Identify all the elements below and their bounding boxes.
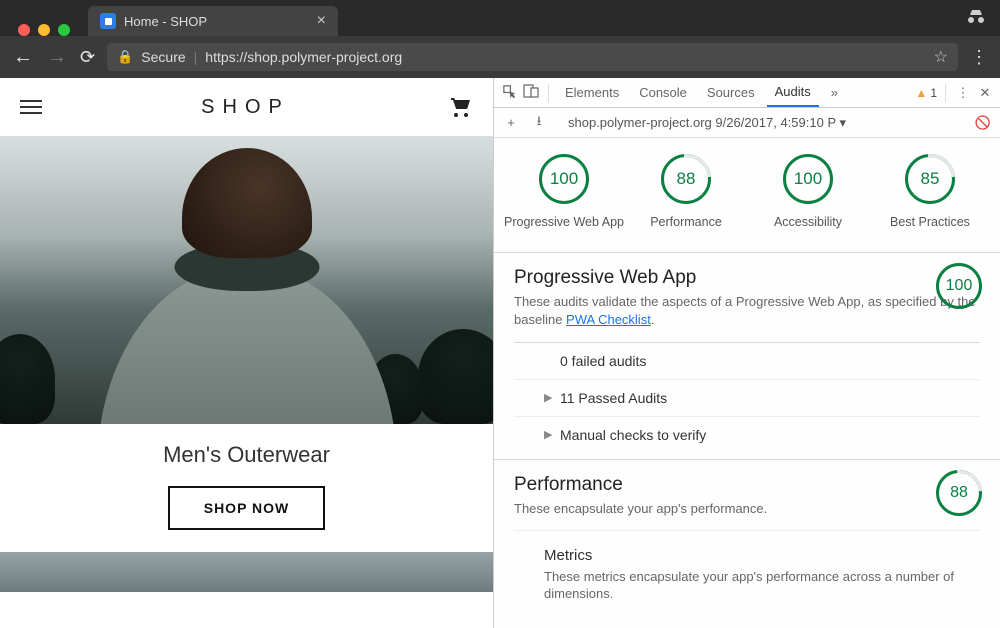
inspect-element-icon[interactable] bbox=[500, 84, 518, 102]
score-performance[interactable]: 88 Performance bbox=[626, 154, 746, 230]
audit-run-selector[interactable]: shop.polymer-project.org 9/26/2017, 4:59… bbox=[568, 115, 846, 131]
cart-icon[interactable] bbox=[449, 95, 473, 119]
window-controls bbox=[8, 12, 80, 36]
section-desc-performance: These encapsulate your app's performance… bbox=[514, 500, 980, 518]
category-title: Men's Outerwear bbox=[0, 442, 493, 468]
tab-audits[interactable]: Audits bbox=[767, 78, 819, 107]
close-window-button[interactable] bbox=[18, 24, 30, 36]
menu-icon[interactable] bbox=[20, 100, 42, 114]
audits-subtoolbar: + ⭳ shop.polymer-project.org 9/26/2017, … bbox=[494, 108, 1000, 138]
separator: | bbox=[194, 49, 198, 65]
devtools-toolbar: Elements Console Sources Audits » ▲ 1 ⋮ … bbox=[494, 78, 1000, 108]
section-performance: 88 Performance These encapsulate your ap… bbox=[494, 459, 1000, 615]
disclosure-icon: ▶ bbox=[544, 428, 554, 441]
gauge-pwa: 100 bbox=[539, 154, 589, 204]
favicon-icon bbox=[100, 13, 116, 29]
device-toolbar-icon[interactable] bbox=[522, 84, 540, 101]
devtools-panel: Elements Console Sources Audits » ▲ 1 ⋮ … bbox=[494, 78, 1000, 628]
category-block: Men's Outerwear SHOP NOW bbox=[0, 424, 493, 552]
new-audit-icon[interactable]: + bbox=[502, 115, 520, 130]
section-title-performance: Performance bbox=[514, 474, 980, 496]
tab-strip: Home - SHOP × bbox=[0, 0, 1000, 36]
row-failed-audits[interactable]: 0 failed audits bbox=[514, 342, 980, 379]
disclosure-icon: ▶ bbox=[544, 391, 554, 404]
tab-console[interactable]: Console bbox=[631, 78, 695, 107]
download-report-icon[interactable]: ⭳ bbox=[530, 112, 548, 134]
forward-button[interactable]: → bbox=[46, 46, 68, 69]
section-desc-pwa: These audits validate the aspects of a P… bbox=[514, 293, 980, 329]
gauge-performance: 88 bbox=[661, 154, 711, 204]
rendered-page: SHOP Men's Outerwear SHOP NOW bbox=[0, 78, 494, 628]
devtools-close-icon[interactable]: ✕ bbox=[976, 85, 994, 101]
minimize-window-button[interactable] bbox=[38, 24, 50, 36]
tab-title: Home - SHOP bbox=[124, 14, 309, 29]
address-bar[interactable]: 🔒 Secure | https://shop.polymer-project.… bbox=[107, 43, 958, 71]
audits-body: 100 Progressive Web App 88 Performance 1… bbox=[494, 138, 1000, 628]
row-passed-audits[interactable]: ▶ 11 Passed Audits bbox=[514, 379, 980, 416]
section-gauge-pwa: 100 bbox=[936, 263, 982, 309]
address-bar-row: ← → ⟳ 🔒 Secure | https://shop.polymer-pr… bbox=[0, 36, 1000, 78]
score-summary: 100 Progressive Web App 88 Performance 1… bbox=[494, 138, 1000, 252]
warning-icon: ▲ bbox=[915, 86, 927, 100]
section-pwa: 100 Progressive Web App These audits val… bbox=[494, 252, 1000, 458]
close-tab-icon[interactable]: × bbox=[317, 12, 326, 30]
incognito-icon bbox=[966, 8, 986, 29]
tab-sources[interactable]: Sources bbox=[699, 78, 763, 107]
devtools-menu-icon[interactable]: ⋮ bbox=[954, 85, 972, 101]
gauge-accessibility: 100 bbox=[783, 154, 833, 204]
warning-count: 1 bbox=[930, 86, 937, 100]
clear-audits-icon[interactable]: 🚫 bbox=[974, 115, 992, 131]
browser-menu-button[interactable]: ⋮ bbox=[970, 47, 988, 68]
tab-overflow[interactable]: » bbox=[823, 78, 846, 107]
section-title-pwa: Progressive Web App bbox=[514, 267, 980, 289]
hero-image bbox=[0, 136, 493, 424]
content-area: SHOP Men's Outerwear SHOP NOW Elements C… bbox=[0, 78, 1000, 628]
shop-logo[interactable]: SHOP bbox=[201, 96, 290, 119]
tab-elements[interactable]: Elements bbox=[557, 78, 627, 107]
score-accessibility[interactable]: 100 Accessibility bbox=[748, 154, 868, 230]
section-gauge-performance: 88 bbox=[936, 470, 982, 516]
back-button[interactable]: ← bbox=[12, 46, 34, 69]
metrics-desc: These metrics encapsulate your app's per… bbox=[544, 568, 962, 603]
secure-label: Secure bbox=[141, 49, 185, 65]
reload-button[interactable]: ⟳ bbox=[80, 47, 95, 68]
next-hero-peek bbox=[0, 552, 493, 592]
browser-chrome: Home - SHOP × ← → ⟳ 🔒 Secure | https://s… bbox=[0, 0, 1000, 78]
metrics-heading: Metrics bbox=[544, 547, 980, 564]
lock-icon: 🔒 bbox=[117, 49, 133, 65]
gauge-best-practices: 85 bbox=[905, 154, 955, 204]
row-manual-checks[interactable]: ▶ Manual checks to verify bbox=[514, 416, 980, 453]
shop-now-button[interactable]: SHOP NOW bbox=[168, 486, 326, 530]
bookmark-star-icon[interactable]: ☆ bbox=[934, 47, 948, 67]
maximize-window-button[interactable] bbox=[58, 24, 70, 36]
shop-header: SHOP bbox=[0, 78, 493, 136]
score-pwa[interactable]: 100 Progressive Web App bbox=[504, 154, 624, 230]
browser-tab[interactable]: Home - SHOP × bbox=[88, 6, 338, 36]
warnings-badge[interactable]: ▲ 1 bbox=[915, 86, 937, 100]
url-text: https://shop.polymer-project.org bbox=[205, 49, 402, 65]
score-best-practices[interactable]: 85 Best Practices bbox=[870, 154, 990, 230]
pwa-checklist-link[interactable]: PWA Checklist bbox=[566, 312, 651, 327]
